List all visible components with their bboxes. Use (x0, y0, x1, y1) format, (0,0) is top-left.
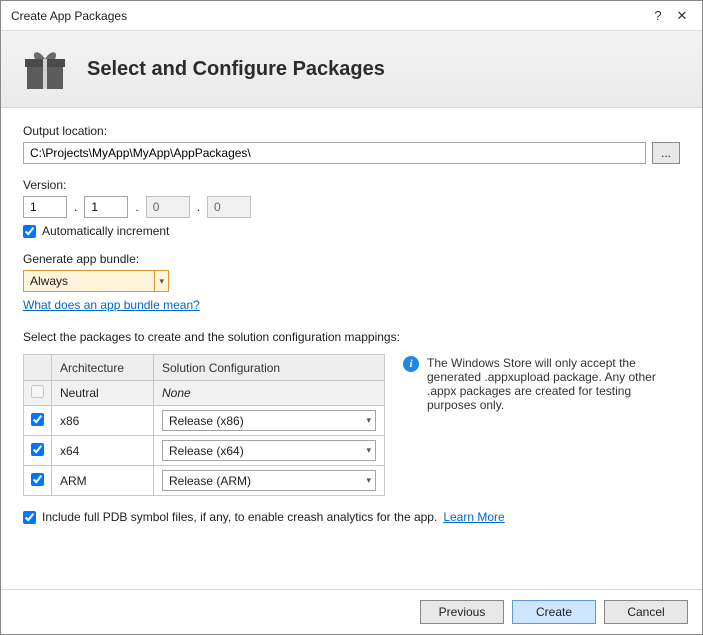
create-button[interactable]: Create (512, 600, 596, 624)
packages-info: i The Windows Store will only accept the… (403, 354, 680, 412)
table-row: x64 Release (x64)▾ (24, 436, 385, 466)
close-button[interactable]: ✕ (670, 8, 694, 24)
help-button[interactable]: ? (646, 8, 670, 23)
auto-increment-checkbox[interactable] (23, 225, 36, 238)
cancel-button[interactable]: Cancel (604, 600, 688, 624)
row-checkbox[interactable] (31, 473, 44, 486)
titlebar: Create App Packages ? ✕ (1, 1, 702, 31)
output-location-input[interactable] (23, 142, 646, 164)
chevron-down-icon: ▾ (154, 271, 164, 291)
wizard-header: Select and Configure Packages (1, 31, 702, 108)
architecture-cell: Neutral (52, 381, 154, 406)
output-location-label: Output location: (23, 124, 680, 138)
table-row: x86 Release (x86)▾ (24, 406, 385, 436)
page-title: Select and Configure Packages (87, 58, 385, 81)
content-area: Output location: ... Version: . . . Auto… (1, 108, 702, 589)
architecture-cell: ARM (52, 466, 154, 496)
col-check (24, 355, 52, 381)
packages-intro-label: Select the packages to create and the so… (23, 330, 680, 344)
col-solution: Solution Configuration (154, 355, 385, 381)
solution-combo[interactable]: Release (x86)▾ (162, 410, 376, 431)
bundle-help-link[interactable]: What does an app bundle mean? (23, 298, 200, 312)
solution-cell: Release (x64)▾ (154, 436, 385, 466)
previous-button[interactable]: Previous (420, 600, 504, 624)
table-row: ARM Release (ARM)▾ (24, 466, 385, 496)
solution-cell: Release (x86)▾ (154, 406, 385, 436)
col-architecture: Architecture (52, 355, 154, 381)
packages-info-text: The Windows Store will only accept the g… (427, 356, 680, 412)
window-title: Create App Packages (11, 9, 646, 23)
packages-table: Architecture Solution Configuration Neut… (23, 354, 385, 496)
architecture-cell: x86 (52, 406, 154, 436)
chevron-down-icon: ▾ (366, 415, 371, 426)
solution-combo[interactable]: Release (x64)▾ (162, 440, 376, 461)
version-minor-input[interactable] (84, 196, 128, 218)
package-icon (21, 45, 69, 93)
include-pdb-checkbox[interactable] (23, 511, 36, 524)
solution-cell: Release (ARM)▾ (154, 466, 385, 496)
bundle-combo[interactable]: Always ▾ (23, 270, 169, 292)
include-pdb-label: Include full PDB symbol files, if any, t… (42, 510, 437, 524)
pdb-learn-more-link[interactable]: Learn More (443, 510, 504, 524)
bundle-combo-value: Always (30, 274, 68, 288)
version-label: Version: (23, 178, 680, 192)
auto-increment-label: Automatically increment (42, 224, 169, 238)
architecture-cell: x64 (52, 436, 154, 466)
solution-combo[interactable]: Release (ARM)▾ (162, 470, 376, 491)
table-row: NeutralNone (24, 381, 385, 406)
row-checkbox[interactable] (31, 413, 44, 426)
bundle-label: Generate app bundle: (23, 252, 680, 266)
solution-cell: None (154, 381, 385, 406)
row-checkbox[interactable] (31, 443, 44, 456)
row-checkbox[interactable] (31, 385, 44, 398)
version-revision-input (207, 196, 251, 218)
version-major-input[interactable] (23, 196, 67, 218)
browse-button[interactable]: ... (652, 142, 680, 164)
chevron-down-icon: ▾ (366, 445, 371, 456)
info-icon: i (403, 356, 419, 372)
version-build-input[interactable] (146, 196, 190, 218)
wizard-footer: Previous Create Cancel (1, 589, 702, 634)
chevron-down-icon: ▾ (366, 475, 371, 486)
